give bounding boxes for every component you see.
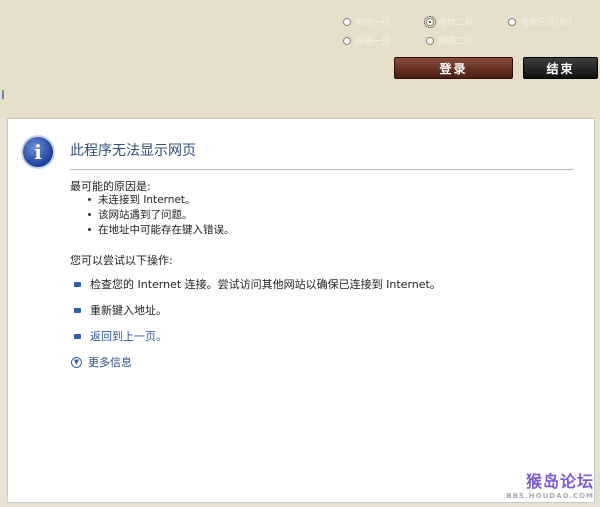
action-text: 检查您的 Internet 连接。尝试访问其他网站以确保已连接到 Interne…	[90, 278, 441, 291]
login-button[interactable]: 登录	[394, 57, 513, 79]
radio-icon[interactable]	[508, 17, 516, 26]
bullet-icon	[74, 307, 81, 313]
go-back-link[interactable]: 返回到上一页。	[90, 328, 167, 344]
server-option-dianxin-1[interactable]: 电信一区	[343, 15, 391, 28]
more-info-toggle[interactable]: ▼ 更多信息	[71, 354, 132, 370]
server-option-dianxin-2[interactable]: 电信二区	[424, 15, 475, 28]
watermark-text: 猴岛论坛	[525, 472, 594, 491]
causes-list: 未连接到 Internet。 该网站遇到了问题。 在地址中可能存在键入错误。	[88, 192, 235, 237]
action-item-go-back[interactable]: 返回到上一页。	[74, 328, 167, 344]
action-item-check-connection: 检查您的 Internet 连接。尝试访问其他网站以确保已连接到 Interne…	[74, 276, 441, 292]
action-item-retype-address: 重新键入地址。	[74, 302, 167, 318]
page-title: 此程序无法显示网页	[70, 143, 196, 159]
chevron-down-icon[interactable]: ▼	[71, 356, 82, 368]
server-label: 网通一区	[355, 37, 392, 47]
more-info-label[interactable]: 更多信息	[88, 354, 132, 370]
watermark-logo: 猴岛论坛 BBS.HOUDAO.COM	[506, 468, 594, 500]
cause-item: 该网站遇到了问题。	[88, 207, 235, 222]
server-label: 电信三区(新)	[520, 18, 573, 28]
info-icon: i	[21, 135, 55, 169]
server-label: 电信一区	[355, 18, 392, 28]
title-divider	[70, 169, 574, 170]
radio-selected-icon[interactable]	[424, 15, 436, 28]
watermark-url: BBS.HOUDAO.COM	[506, 492, 594, 500]
cause-text: 在地址中可能存在键入错误。	[98, 224, 235, 236]
bullet-icon	[88, 213, 91, 216]
actions-heading: 您可以尝试以下操作:	[70, 254, 173, 267]
cause-text: 未连接到 Internet。	[98, 194, 196, 206]
bullet-icon	[74, 281, 81, 287]
cause-item: 未连接到 Internet。	[88, 192, 235, 207]
radio-icon[interactable]	[343, 36, 351, 45]
action-text: 重新键入地址。	[90, 304, 167, 317]
bullet-icon	[88, 228, 91, 231]
cause-text: 该网站遇到了问题。	[98, 209, 193, 221]
exit-button[interactable]: 结束	[523, 57, 598, 79]
error-page-panel: i 此程序无法显示网页 最可能的原因是: 未连接到 Internet。 该网站遇…	[7, 118, 595, 503]
cause-item: 在地址中可能存在键入错误。	[88, 222, 235, 237]
radio-icon[interactable]	[426, 36, 434, 45]
server-option-wangtong-1[interactable]: 网通一区	[343, 34, 391, 47]
server-label: 电信二区	[438, 18, 475, 28]
launcher-header: 电信一区 电信二区 电信三区(新) 网通一区 网通二区 登录 结束	[0, 0, 600, 118]
bullet-icon	[88, 198, 91, 201]
server-option-wangtong-2[interactable]: 网通二区	[426, 34, 474, 47]
server-label: 网通二区	[438, 37, 475, 47]
bullet-icon	[74, 333, 81, 339]
server-option-dianxin-3[interactable]: 电信三区(新)	[508, 15, 572, 28]
radio-icon[interactable]	[343, 17, 351, 26]
scroll-marker	[2, 90, 4, 99]
